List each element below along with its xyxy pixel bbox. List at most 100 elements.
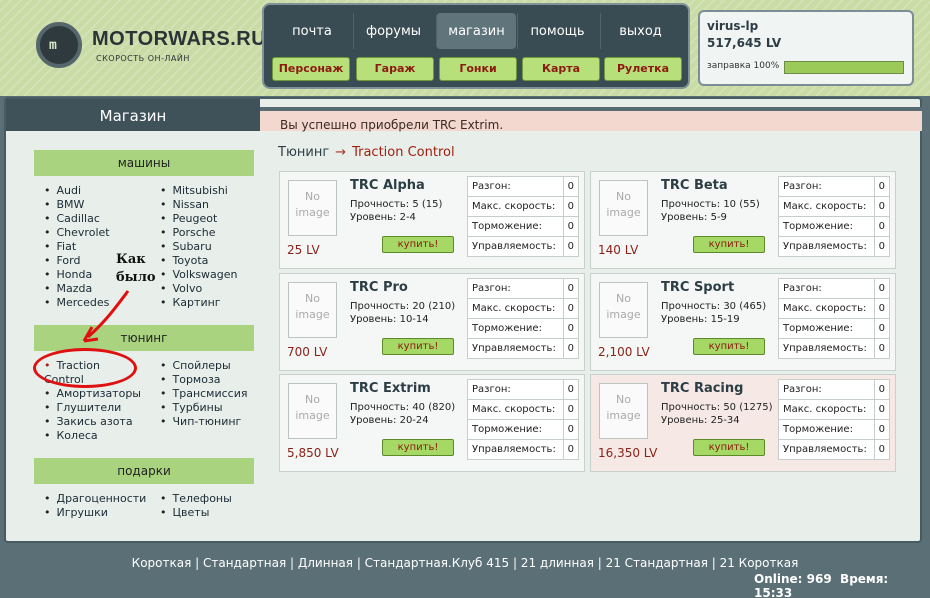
stat-value: 0	[873, 379, 891, 400]
product-durability: Прочность: 30 (465)	[661, 301, 767, 312]
product-card-trc-beta: No image TRC Beta Прочность: 10 (55) Уро…	[590, 171, 896, 269]
sidebar-item-subaru[interactable]: Subaru	[160, 240, 212, 253]
stat-value: 0	[873, 318, 891, 339]
buy-button[interactable]: купить!	[382, 338, 454, 355]
sidebar-item-ford[interactable]: Ford	[44, 254, 81, 267]
product-level: Уровень: 20-24	[350, 415, 429, 426]
sidebar-item-mitsubishi[interactable]: Mitsubishi	[160, 184, 228, 197]
sidebar-item-jewelry[interactable]: Драгоценности	[44, 492, 147, 505]
sidebar-item-mufflers[interactable]: Глушители	[44, 401, 122, 414]
product-name: TRC Racing	[661, 381, 744, 396]
sidebar-item-porsche[interactable]: Porsche	[160, 226, 216, 239]
sidebar-item-spoilers[interactable]: Спойлеры	[160, 359, 231, 372]
stats-table: Разгон: 0 Макс. скорость: 0 Торможение: 0 У…	[467, 278, 580, 359]
breadcrumb-current: Traction Control	[352, 145, 455, 160]
sidebar-item-shock-absorbers[interactable]: Амортизаторы	[44, 387, 142, 400]
product-price: 16,350 LV	[598, 446, 658, 460]
stat-label: Макс. скорость:	[778, 399, 875, 420]
character-button[interactable]: Персонаж	[272, 57, 350, 81]
stat-label: Торможение:	[467, 216, 564, 237]
sidebar-item-brakes[interactable]: Тормоза	[160, 373, 221, 386]
tab-help[interactable]: помощь	[517, 13, 597, 49]
sidebar-item-nitrous[interactable]: Закись азота	[44, 415, 133, 428]
product-image: No image	[288, 180, 337, 236]
logo-mark-icon: m	[36, 22, 82, 68]
stat-label: Управляемость:	[467, 338, 564, 359]
sidebar-item-phones[interactable]: Телефоны	[160, 492, 232, 505]
product-name: TRC Alpha	[350, 178, 425, 193]
sidebar-item-cadillac[interactable]: Cadillac	[44, 212, 100, 225]
stat-label: Управляемость:	[778, 439, 875, 460]
sidebar-item-chip-tuning[interactable]: Чип-тюнинг	[160, 415, 242, 428]
product-name: TRC Sport	[661, 280, 735, 295]
sidebar-item-audi[interactable]: Audi	[44, 184, 82, 197]
sidebar-item-fiat[interactable]: Fiat	[44, 240, 77, 253]
logo[interactable]: m MOTORWARS.RU СКОРОСТЬ ОН-ЛАЙН	[36, 22, 266, 68]
sidebar-item-nissan[interactable]: Nissan	[160, 198, 209, 211]
stat-label: Управляемость:	[467, 439, 564, 460]
tab-forums[interactable]: форумы	[353, 13, 433, 49]
sidebar-item-chevrolet[interactable]: Chevrolet	[44, 226, 110, 239]
stats-table: Разгон: 0 Макс. скорость: 0 Торможение: 0 У…	[778, 176, 891, 257]
stat-value: 0	[562, 196, 580, 217]
stat-label: Торможение:	[778, 318, 875, 339]
buy-button[interactable]: купить!	[382, 439, 454, 456]
stat-label: Макс. скорость:	[778, 196, 875, 217]
sidebar-item-volvo[interactable]: Volvo	[160, 282, 203, 295]
breadcrumb-parent[interactable]: Тюнинг	[278, 145, 329, 160]
roulette-button[interactable]: Рулетка	[604, 57, 682, 81]
races-button[interactable]: Гонки	[439, 57, 517, 81]
breadcrumb: Тюнинг → Traction Control	[278, 145, 455, 160]
stat-label: Макс. скорость:	[778, 298, 875, 319]
highlight-ellipse	[33, 348, 137, 388]
footer-links[interactable]: Короткая | Стандартная | Длинная | Станд…	[0, 556, 930, 570]
tab-shop[interactable]: магазин	[436, 13, 516, 49]
tab-exit[interactable]: выход	[600, 13, 680, 49]
section-gifts: подарки	[34, 458, 254, 484]
sidebar-item-peugeot[interactable]: Peugeot	[160, 212, 218, 225]
product-card-trc-racing: No image TRC Racing Прочность: 50 (1275)…	[590, 374, 896, 472]
buy-button[interactable]: купить!	[693, 236, 765, 253]
stat-label: Макс. скорость:	[467, 196, 564, 217]
sidebar-item-toyota[interactable]: Toyota	[160, 254, 209, 267]
stat-value: 0	[873, 298, 891, 319]
stat-value: 0	[873, 419, 891, 440]
sidebar-item-toys[interactable]: Игрушки	[44, 506, 108, 519]
stats-table: Разгон: 0 Макс. скорость: 0 Торможение: 0 У…	[467, 176, 580, 257]
product-price: 700 LV	[287, 345, 328, 359]
product-name: TRC Beta	[661, 178, 728, 193]
buy-button[interactable]: купить!	[693, 338, 765, 355]
sidebar-item-honda[interactable]: Honda	[44, 268, 93, 281]
username[interactable]: virus-lp	[707, 19, 758, 33]
user-panel: virus-lp 517,645 LV заправка 100%	[698, 10, 914, 86]
sidebar-item-wheels[interactable]: Колеса	[44, 429, 98, 442]
stat-label: Разгон:	[467, 379, 564, 400]
stat-value: 0	[562, 318, 580, 339]
sidebar-item-transmission[interactable]: Трансмиссия	[160, 387, 248, 400]
sidebar-item-turbines[interactable]: Турбины	[160, 401, 223, 414]
sidebar-item-flowers[interactable]: Цветы	[160, 506, 210, 519]
stat-label: Торможение:	[467, 419, 564, 440]
sidebar-item-karting[interactable]: Картинг	[160, 296, 221, 309]
tab-mail[interactable]: почта	[272, 13, 352, 49]
product-card-trc-sport: No image TRC Sport Прочность: 30 (465) У…	[590, 273, 896, 371]
map-button[interactable]: Карта	[522, 57, 600, 81]
product-price: 2,100 LV	[598, 345, 650, 359]
stat-label: Разгон:	[778, 379, 875, 400]
stat-value: 0	[562, 298, 580, 319]
stat-value: 0	[562, 278, 580, 299]
online-status: Online: 969 Время: 15:33	[754, 572, 930, 598]
sidebar-item-volkswagen[interactable]: Volkswagen	[160, 268, 238, 281]
sidebar-item-bmw[interactable]: BMW	[44, 198, 85, 211]
stat-value: 0	[873, 278, 891, 299]
stat-label: Управляемость:	[467, 236, 564, 257]
buy-button[interactable]: купить!	[382, 236, 454, 253]
buy-button[interactable]: купить!	[693, 439, 765, 456]
stat-value: 0	[873, 196, 891, 217]
product-durability: Прочность: 10 (55)	[661, 199, 760, 210]
stat-label: Разгон:	[778, 176, 875, 197]
stat-value: 0	[873, 338, 891, 359]
garage-button[interactable]: Гараж	[356, 57, 434, 81]
stat-value: 0	[873, 439, 891, 460]
stat-value: 0	[562, 338, 580, 359]
